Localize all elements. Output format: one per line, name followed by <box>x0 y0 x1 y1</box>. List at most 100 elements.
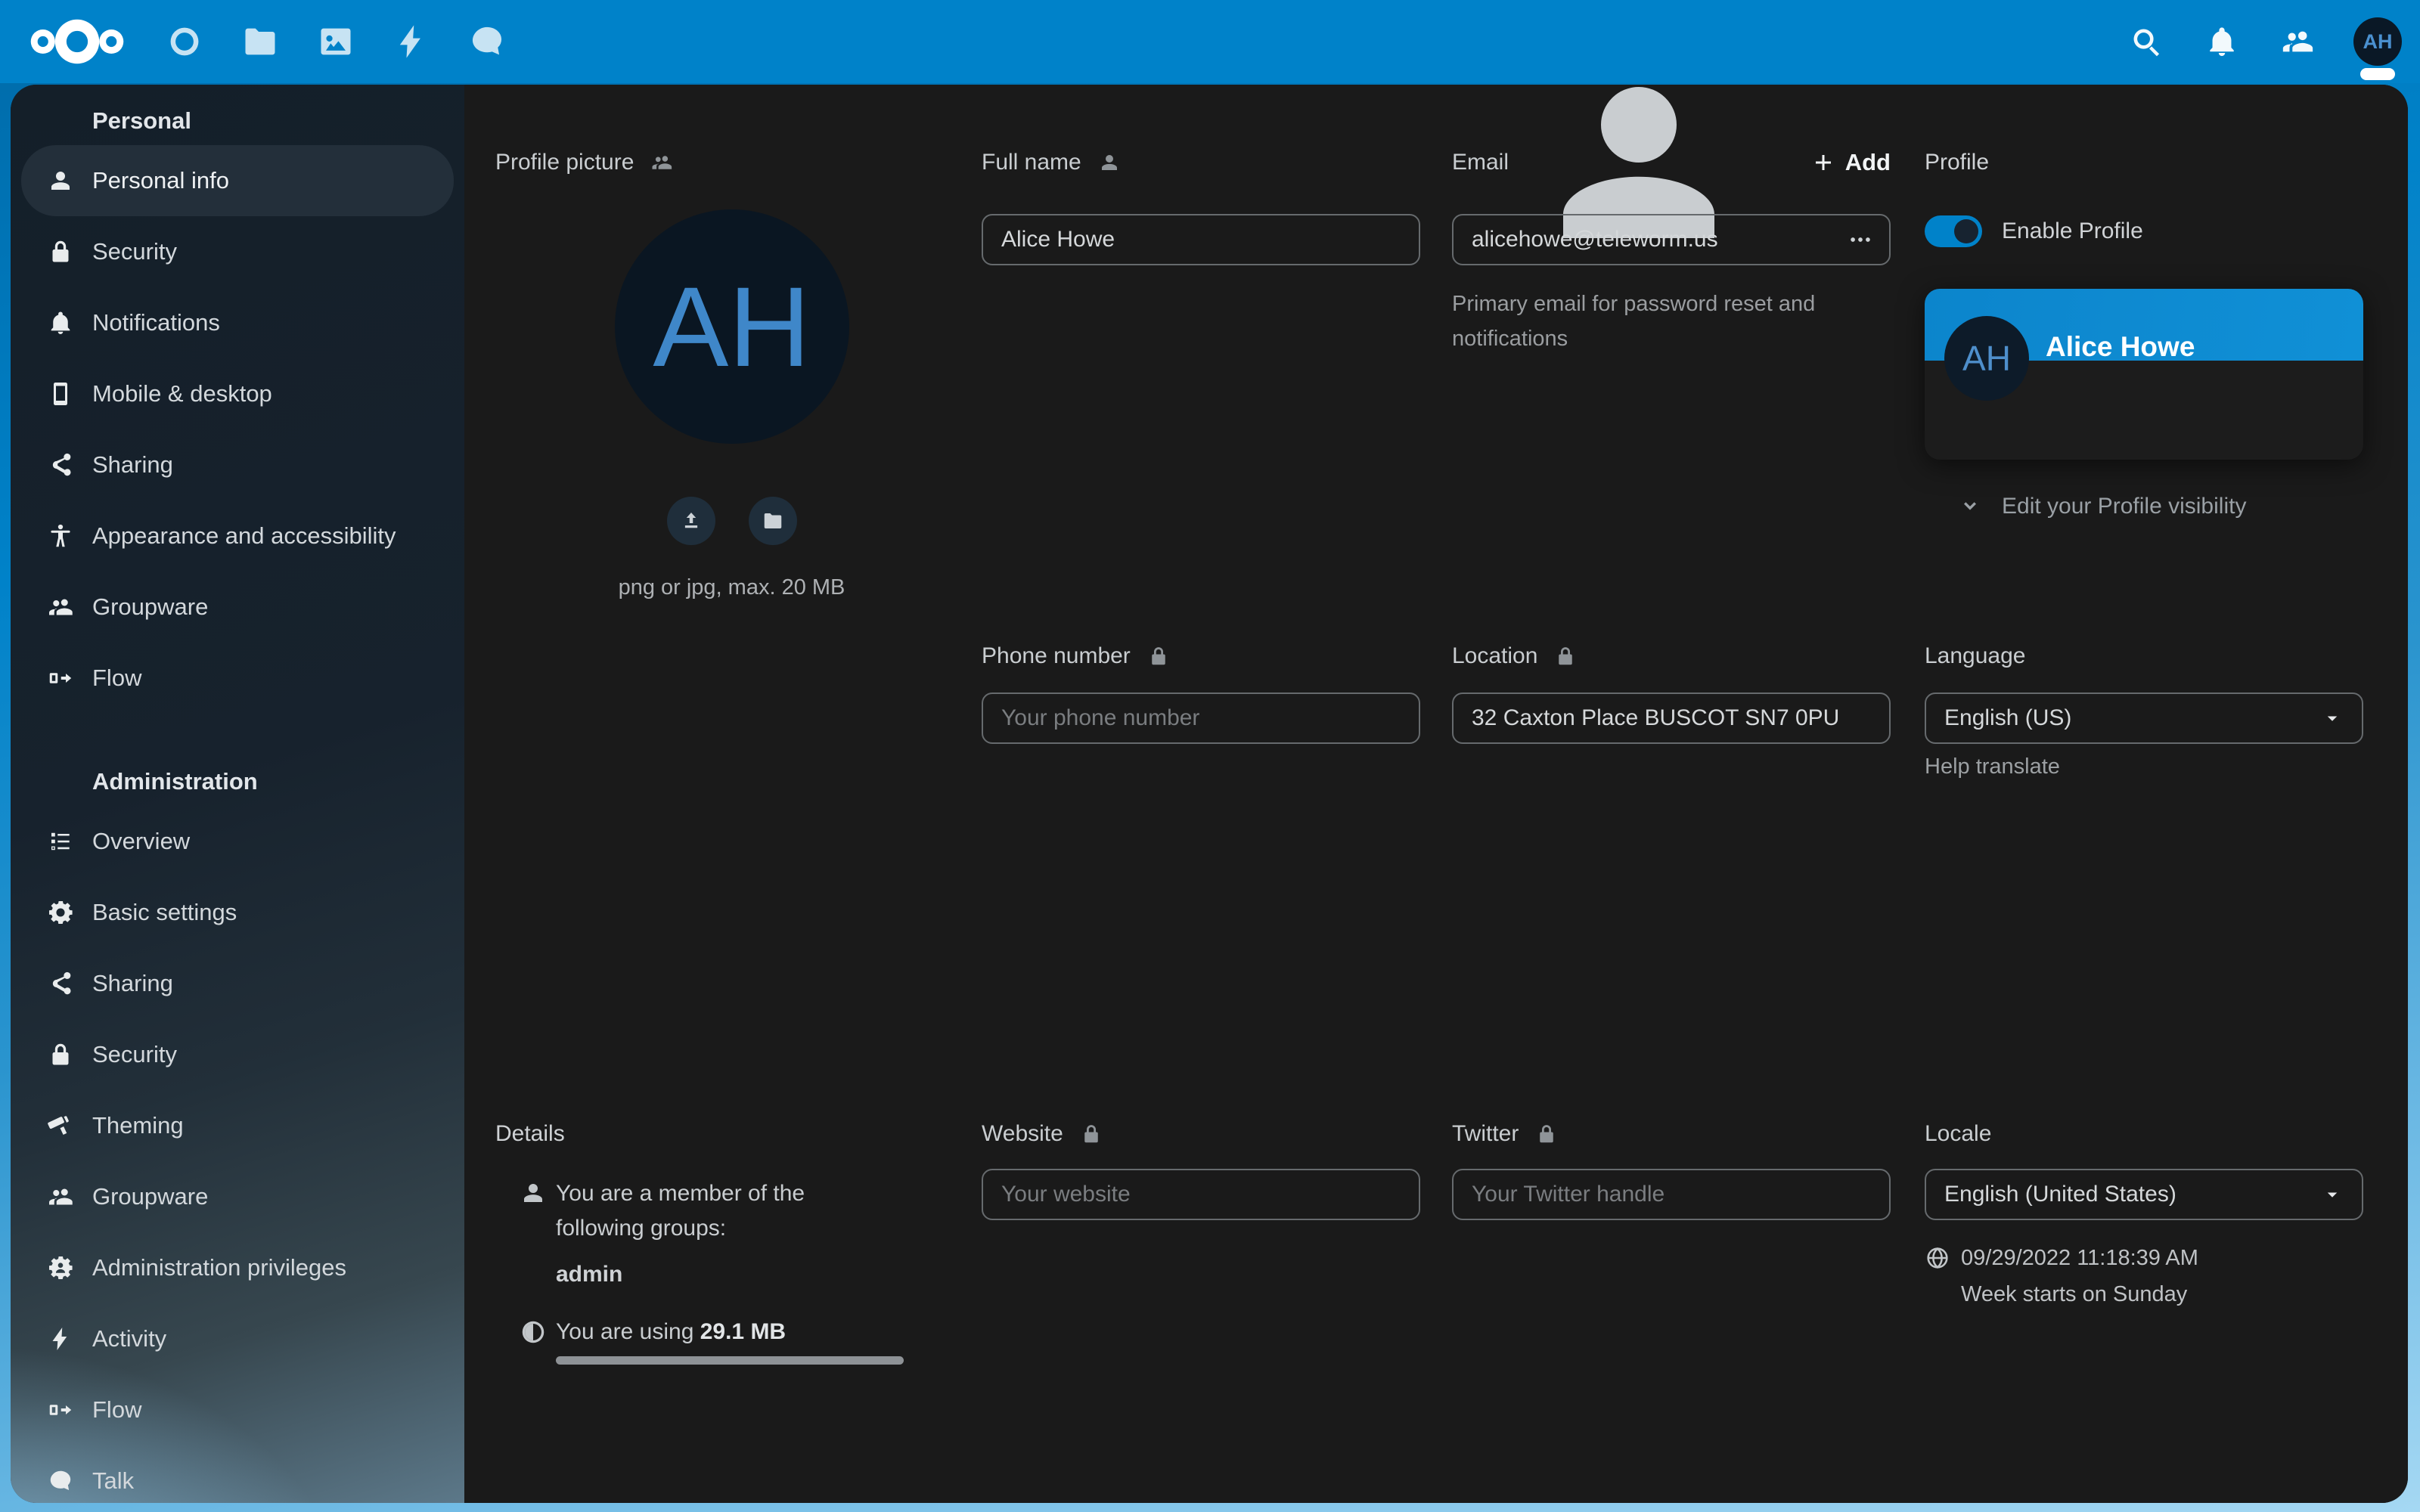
lock-icon[interactable] <box>1147 645 1170 668</box>
twitter-label: Twitter <box>1452 1121 1519 1147</box>
website-input[interactable] <box>982 1169 1420 1220</box>
sidebar-item-security[interactable]: Security <box>21 1019 454 1090</box>
scope-icon[interactable] <box>1098 151 1121 174</box>
help-translate-link[interactable]: Help translate <box>1925 751 2363 782</box>
enable-profile-toggle-row: Enable Profile <box>1925 215 2363 247</box>
sidebar-item-personal-info[interactable]: Personal info <box>21 145 454 216</box>
share-icon <box>47 451 74 479</box>
email-input[interactable] <box>1452 214 1891 265</box>
phone-label: Phone number <box>982 643 1131 669</box>
language-section: Language English (US) Help translate <box>1925 641 2363 782</box>
accessibility-icon <box>47 522 74 550</box>
app-photos[interactable] <box>298 0 374 83</box>
sidebar-item-flow[interactable]: Flow <box>21 643 454 714</box>
upload-icon <box>680 510 703 532</box>
account-icon <box>47 167 74 194</box>
lock-icon <box>47 238 74 265</box>
language-select[interactable]: English (US) <box>1925 692 2363 744</box>
sidebar-item-mobile-desktop[interactable]: Mobile & desktop <box>21 358 454 429</box>
phone-input[interactable] <box>982 692 1420 744</box>
circle-outline-icon <box>165 22 204 61</box>
folder-icon <box>240 22 280 61</box>
profile-preview-card[interactable]: AH Alice Howe <box>1925 289 2363 460</box>
sidebar-item-sharing[interactable]: Sharing <box>21 429 454 500</box>
scope-icon[interactable] <box>650 151 673 174</box>
sidebar-item-label: Security <box>92 238 177 265</box>
full-name-label: Full name <box>982 150 1081 175</box>
lightning-icon <box>392 22 431 61</box>
sidebar-item-flow[interactable]: Flow <box>21 1374 454 1445</box>
add-email-button[interactable]: Add <box>1812 149 1891 176</box>
website-label: Website <box>982 1121 1063 1147</box>
full-name-input[interactable] <box>982 214 1420 265</box>
sidebar-item-appearance-and-accessibility[interactable]: Appearance and accessibility <box>21 500 454 572</box>
locale-section: Locale English (United States) 09/29/202… <box>1925 1119 2363 1309</box>
details-section: Details You are a member of the followin… <box>495 1119 964 1365</box>
group-icon <box>47 593 74 621</box>
sidebar-item-label: Groupware <box>92 1183 208 1210</box>
sidebar-item-groupware[interactable]: Groupware <box>21 1161 454 1232</box>
sidebar-item-activity[interactable]: Activity <box>21 1303 454 1374</box>
app-files[interactable] <box>222 0 298 83</box>
sidebar-caption-personal: Personal <box>11 97 464 145</box>
sidebar-item-overview[interactable]: Overview <box>21 806 454 877</box>
locale-select[interactable]: English (United States) <box>1925 1169 2363 1220</box>
sidebar-item-security[interactable]: Security <box>21 216 454 287</box>
quota-text: You are using 29.1 MB <box>556 1319 786 1345</box>
edit-profile-visibility[interactable]: Edit your Profile visibility <box>1958 491 2363 522</box>
avatar[interactable]: AH <box>2353 17 2402 66</box>
sidebar-item-groupware[interactable]: Groupware <box>21 572 454 643</box>
locale-label: Locale <box>1925 1121 1991 1147</box>
app-navigation <box>147 0 525 83</box>
sidebar-item-theming[interactable]: Theming <box>21 1090 454 1161</box>
twitter-input[interactable] <box>1452 1169 1891 1220</box>
settings-sidebar: Personal Personal info Security Notificati… <box>11 85 464 1503</box>
sidebar-item-label: Talk <box>92 1467 134 1495</box>
user-menu: AH <box>2335 0 2420 83</box>
lock-icon[interactable] <box>1535 1123 1558 1145</box>
search-button[interactable] <box>2108 0 2184 83</box>
contacts-button[interactable] <box>2260 0 2335 83</box>
website-section: Website <box>982 1119 1420 1220</box>
image-icon <box>316 22 355 61</box>
sidebar-item-label: Sharing <box>92 451 173 479</box>
app-talk[interactable] <box>449 0 525 83</box>
lock-icon[interactable] <box>1554 645 1577 668</box>
enable-profile-toggle[interactable] <box>1925 215 1982 247</box>
sidebar-item-administration-privileges[interactable]: Administration privileges <box>21 1232 454 1303</box>
sidebar-item-talk[interactable]: Talk <box>21 1445 454 1503</box>
sidebar-item-label: Security <box>92 1041 177 1068</box>
quota-icon <box>520 1318 547 1346</box>
contacts-icon <box>2280 24 2315 59</box>
flow-icon <box>47 665 74 692</box>
upload-avatar-button[interactable] <box>667 497 715 545</box>
notifications-button[interactable] <box>2184 0 2260 83</box>
email-actions-button[interactable] <box>1844 223 1877 256</box>
sidebar-item-basic-settings[interactable]: Basic settings <box>21 877 454 948</box>
app-dashboard[interactable] <box>147 0 222 83</box>
groups-text: You are a member of the following groups… <box>556 1176 851 1246</box>
app-activity[interactable] <box>374 0 449 83</box>
profile-section: Profile Enable Profile AH Alice Howe Edi… <box>1925 147 2363 522</box>
personal-info-main: Profile picture AH png or jpg, max. 20 M… <box>464 85 2408 1503</box>
sidebar-item-notifications[interactable]: Notifications <box>21 287 454 358</box>
pick-from-files-button[interactable] <box>749 497 797 545</box>
twitter-section: Twitter <box>1452 1119 1891 1220</box>
sidebar-item-sharing[interactable]: Sharing <box>21 948 454 1019</box>
location-input[interactable] <box>1452 692 1891 744</box>
talk-icon <box>47 1467 74 1495</box>
sidebar-item-label: Theming <box>92 1112 184 1139</box>
email-helper-text: Primary email for password reset and not… <box>1452 287 1876 356</box>
nextcloud-logo-icon[interactable] <box>27 17 127 67</box>
talk-icon <box>467 22 507 61</box>
sidebar-item-label: Flow <box>92 1396 141 1424</box>
quota-progress-bar <box>556 1356 904 1365</box>
details-heading: Details <box>495 1119 964 1149</box>
group-icon <box>47 1183 74 1210</box>
sidebar-item-label: Notifications <box>92 309 220 336</box>
lock-icon[interactable] <box>1080 1123 1103 1145</box>
sidebar-item-label: Personal info <box>92 167 229 194</box>
gear-icon <box>47 899 74 926</box>
email-section: Email Add Primary email for password res… <box>1452 147 1891 356</box>
language-label: Language <box>1925 643 2025 669</box>
